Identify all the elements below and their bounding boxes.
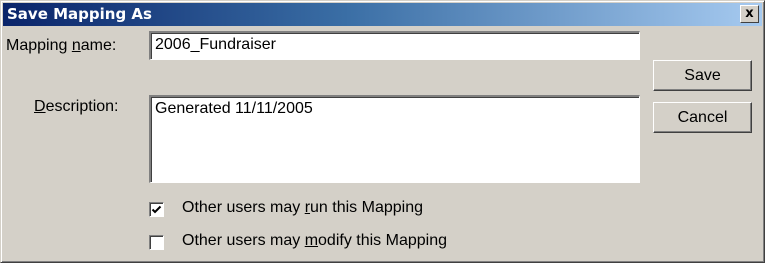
- close-icon: x: [745, 6, 754, 21]
- save-button[interactable]: Save: [653, 60, 752, 91]
- allow-run-checkbox[interactable]: [149, 202, 164, 217]
- mapping-name-label: Mapping name:: [6, 37, 117, 54]
- dialog-title: Save Mapping As: [7, 5, 152, 23]
- save-mapping-dialog: Save Mapping As x Mapping name: 2006_Fun…: [0, 0, 765, 263]
- mapping-name-input[interactable]: 2006_Fundraiser: [149, 31, 640, 60]
- checkmark-icon: [151, 205, 162, 214]
- close-button[interactable]: x: [740, 5, 759, 23]
- cancel-button[interactable]: Cancel: [653, 102, 752, 133]
- description-textarea[interactable]: Generated 11/11/2005: [149, 95, 640, 183]
- allow-modify-checkbox[interactable]: [149, 235, 164, 250]
- allow-modify-label[interactable]: Other users may modify this Mapping: [182, 232, 447, 250]
- title-bar[interactable]: Save Mapping As x: [3, 3, 762, 26]
- allow-run-label[interactable]: Other users may run this Mapping: [182, 199, 423, 217]
- description-label: Description:: [34, 98, 119, 115]
